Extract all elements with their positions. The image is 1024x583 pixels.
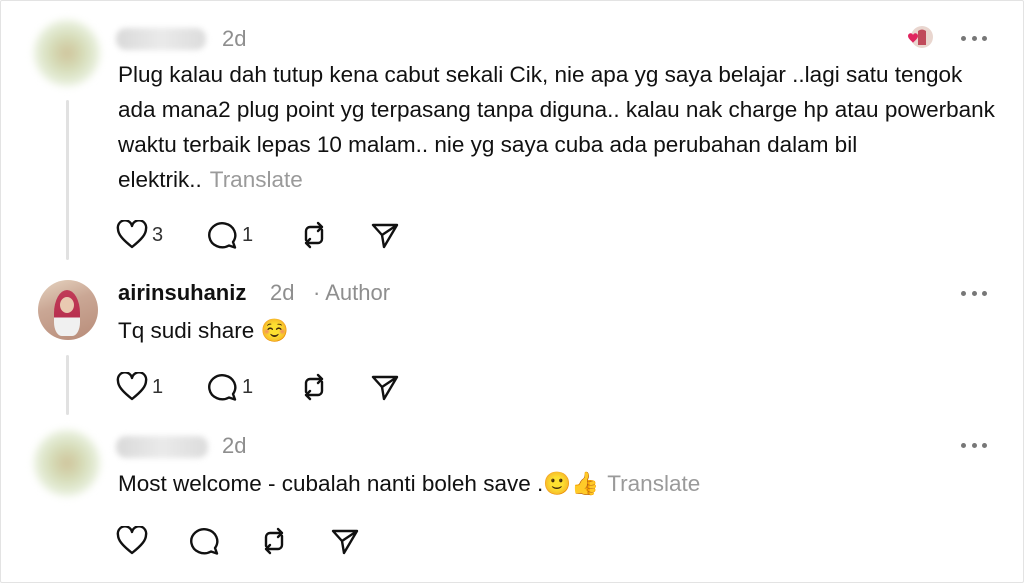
share-button[interactable] (370, 370, 400, 404)
timestamp: 2d (222, 433, 247, 458)
like-count: 3 (152, 223, 164, 246)
avatar-face (60, 297, 74, 313)
comment-icon (208, 374, 237, 401)
comment-icon (208, 222, 237, 249)
more-options-icon[interactable] (961, 441, 987, 449)
thread-line (66, 355, 69, 415)
avatar[interactable] (34, 430, 100, 496)
like-button[interactable]: 3 (116, 218, 163, 252)
send-icon (331, 529, 359, 555)
timestamp: 2d (270, 280, 295, 305)
translate-link[interactable]: Translate (607, 471, 700, 496)
avatar[interactable] (38, 280, 98, 340)
repost-icon (264, 527, 284, 555)
comment-text: Plug kalau dah tutup kena cabut sekali C… (118, 57, 998, 197)
avatar[interactable] (34, 20, 100, 86)
liked-by-avatar-icon[interactable] (905, 24, 933, 52)
like-count: 1 (152, 375, 164, 398)
comment-body: Tq sudi share ☺️ (118, 318, 289, 343)
share-button[interactable] (330, 524, 360, 558)
like-button[interactable]: 1 (116, 370, 163, 404)
username-redacted[interactable] (116, 28, 206, 50)
share-button[interactable] (370, 218, 400, 252)
send-icon (371, 223, 399, 249)
reply-count: 1 (242, 375, 254, 398)
more-options-icon[interactable] (961, 34, 987, 42)
thread-line (66, 100, 69, 260)
heart-icon (116, 526, 148, 555)
username-redacted[interactable] (116, 436, 208, 458)
like-button[interactable] (116, 524, 148, 558)
heart-icon (116, 220, 148, 249)
author-badge: · Author (313, 280, 391, 305)
reply-button[interactable]: 1 (206, 370, 253, 404)
comment-icon (190, 528, 219, 555)
repost-icon (304, 221, 324, 249)
repost-button[interactable] (298, 370, 330, 404)
reply-button[interactable] (188, 524, 220, 558)
reply-button[interactable]: 1 (206, 218, 253, 252)
reply-count: 1 (242, 223, 254, 246)
translate-link[interactable]: Translate (210, 167, 303, 192)
repost-icon (304, 373, 324, 401)
username[interactable]: airinsuhaniz (118, 280, 246, 306)
repost-button[interactable] (298, 218, 330, 252)
send-icon (371, 375, 399, 401)
timestamp: 2d (222, 26, 247, 51)
comment-text: Most welcome - cubalah nanti boleh save … (118, 466, 998, 501)
heart-icon (116, 372, 148, 401)
repost-button[interactable] (258, 524, 290, 558)
more-options-icon[interactable] (961, 289, 987, 297)
comment-body: Most welcome - cubalah nanti boleh save … (118, 471, 600, 496)
